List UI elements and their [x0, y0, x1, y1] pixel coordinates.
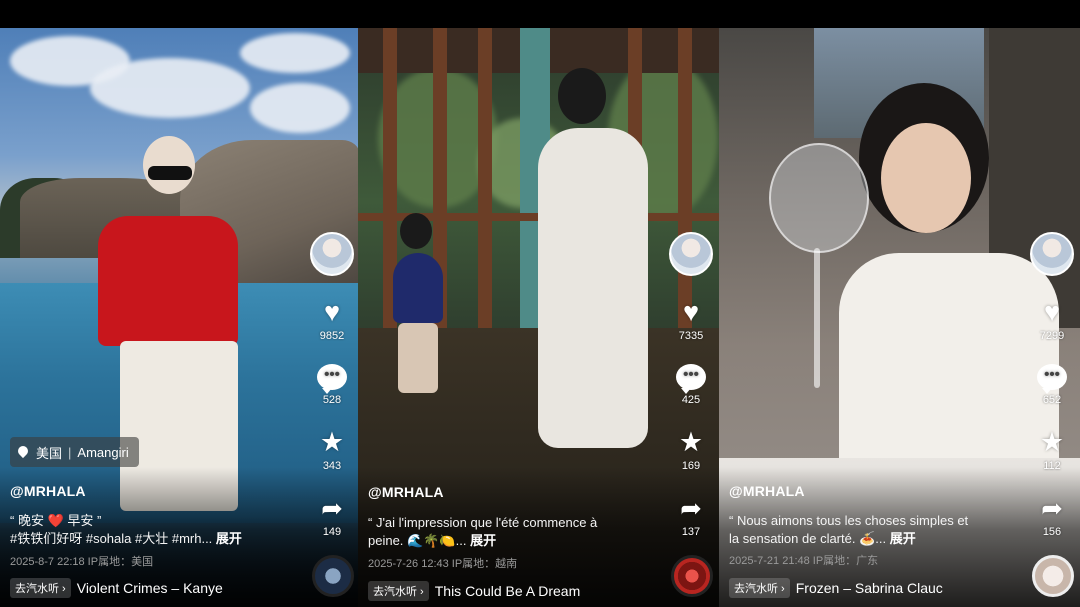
location-pin-icon — [18, 446, 28, 459]
caption-line-2: la sensation de clarté. 🍝... 展开 — [729, 530, 1069, 548]
music-title: This Could Be A Dream — [434, 583, 581, 599]
comment-button[interactable]: ••• 652 — [1037, 364, 1067, 406]
expand-link[interactable]: 展开 — [470, 533, 496, 548]
location-place: Amangiri — [77, 444, 129, 460]
like-button[interactable]: ♥ 9852 — [320, 298, 344, 342]
author-handle[interactable]: @MRHALA — [368, 484, 444, 500]
like-button[interactable]: ♥ 7335 — [679, 298, 703, 342]
comment-icon: ••• — [676, 364, 706, 394]
location-country: 美国 — [36, 445, 63, 461]
author-avatar[interactable] — [310, 232, 354, 276]
like-count: 9852 — [319, 330, 345, 342]
caption-text: la sensation de clarté. 🍝... — [729, 531, 887, 546]
music-bar[interactable]: 去汽水听 This Could Be A Dream — [368, 581, 668, 601]
caption-line-1: “ J'ai l'impression que l'été commence à — [368, 515, 598, 530]
favorite-count: 112 — [1043, 460, 1061, 472]
like-count: 7299 — [1039, 330, 1065, 342]
heart-icon: ♥ — [323, 297, 340, 327]
caption-line-1: “ Nous aimons tous les choses simples et — [729, 513, 969, 528]
favorite-button[interactable]: ★ 343 — [320, 428, 344, 472]
favorite-count: 169 — [681, 460, 701, 472]
post-meta: 2025-7-26 12:43 IP属地：越南 — [368, 558, 518, 570]
heart-icon: ♥ — [682, 297, 699, 327]
post-meta: 2025-8-7 22:18 IP属地：美国 — [10, 556, 154, 568]
music-bar[interactable]: 去汽水听 Violent Crimes – Kanye — [10, 578, 310, 598]
comment-button[interactable]: ••• 425 — [676, 364, 706, 406]
expand-link[interactable]: 展开 — [216, 531, 242, 546]
author-handle[interactable]: @MRHALA — [729, 483, 805, 499]
favorite-button[interactable]: ★ 169 — [679, 428, 703, 472]
expand-link[interactable]: 展开 — [890, 531, 916, 546]
author-avatar[interactable] — [1030, 232, 1074, 276]
music-disc-icon[interactable] — [671, 555, 713, 597]
comment-count: 652 — [1042, 394, 1062, 406]
caption-text: peine. 🌊🌴🍋... — [368, 533, 467, 548]
caption-line-2: peine. 🌊🌴🍋... 展开 — [368, 532, 708, 550]
caption-line-2: #铁铁们好呀 #sohala #大壮 #mrh... 展开 — [10, 530, 350, 548]
caption-text: #铁铁们好呀 #sohala #大壮 #mrh... — [10, 531, 213, 546]
like-count: 7335 — [678, 330, 704, 342]
favorite-count: 343 — [322, 460, 342, 472]
like-button[interactable]: ♥ 7299 — [1040, 298, 1064, 342]
comment-icon: ••• — [317, 364, 347, 394]
caption-line-1: “ 晚安 ❤️ 早安 ” — [10, 513, 102, 528]
top-bar — [0, 0, 1080, 28]
music-disc-icon[interactable] — [312, 555, 354, 597]
location-chip[interactable]: 美国 | Amangiri — [10, 437, 139, 467]
music-open-tag[interactable]: 去汽水听 — [729, 578, 790, 598]
music-disc-icon[interactable] — [1032, 555, 1074, 597]
video-card-3[interactable]: ♥ 7299 ••• 652 ★ 112 ➦ 156 @MRHALA “ Nou… — [719, 28, 1080, 607]
star-icon: ★ — [678, 427, 704, 457]
star-icon: ★ — [1039, 427, 1065, 457]
music-title: Frozen – Sabrina Clauc — [795, 580, 943, 596]
video-card-1[interactable]: 美国 | Amangiri ♥ 9852 ••• 528 ★ 343 ➦ 149… — [0, 28, 360, 607]
heart-icon: ♥ — [1043, 297, 1060, 327]
action-rail: ♥ 7335 ••• 425 ★ 169 ➦ 137 — [669, 232, 713, 538]
star-icon: ★ — [319, 427, 345, 457]
music-bar[interactable]: 去汽水听 Frozen – Sabrina Clauc — [729, 578, 1029, 598]
comment-button[interactable]: ••• 528 — [317, 364, 347, 406]
comment-count: 425 — [681, 394, 701, 406]
favorite-button[interactable]: ★ 112 — [1040, 428, 1064, 472]
author-handle[interactable]: @MRHALA — [10, 483, 86, 499]
action-rail: ♥ 9852 ••• 528 ★ 343 ➦ 149 — [310, 232, 354, 538]
author-avatar[interactable] — [669, 232, 713, 276]
post-meta: 2025-7-21 21:48 IP属地：广东 — [729, 555, 879, 567]
comment-count: 528 — [322, 394, 342, 406]
location-separator: | — [68, 444, 72, 460]
action-rail: ♥ 7299 ••• 652 ★ 112 ➦ 156 — [1030, 232, 1074, 538]
music-title: Violent Crimes – Kanye — [76, 580, 223, 596]
music-open-tag[interactable]: 去汽水听 — [10, 578, 71, 598]
music-open-tag[interactable]: 去汽水听 — [368, 581, 429, 601]
comment-icon: ••• — [1037, 364, 1067, 394]
video-card-2[interactable]: ♥ 7335 ••• 425 ★ 169 ➦ 137 @MRHALA “ J'a… — [358, 28, 719, 607]
